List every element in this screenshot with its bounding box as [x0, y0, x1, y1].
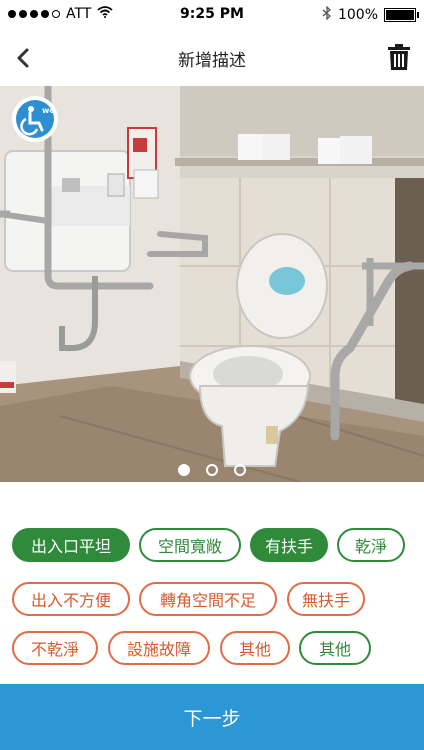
tag-insufficient-turning-space[interactable]: 轉角空間不足 [139, 582, 277, 616]
carousel-dot[interactable] [206, 464, 218, 476]
carousel-pager [0, 464, 424, 476]
carousel-dot[interactable] [178, 464, 190, 476]
tag-entrance-flat[interactable]: 出入口平坦 [12, 528, 130, 562]
battery-icon [384, 8, 419, 22]
tag-has-handrail[interactable]: 有扶手 [250, 528, 328, 562]
svg-text:wc: wc [42, 106, 54, 115]
photo-carousel[interactable]: wc [0, 86, 424, 482]
delete-button[interactable] [388, 44, 412, 70]
tag-no-handrail[interactable]: 無扶手 [287, 582, 365, 616]
tag-other-negative[interactable]: 其他 [220, 631, 290, 665]
tag-spacious[interactable]: 空間寬敞 [139, 528, 241, 562]
tag-not-clean[interactable]: 不乾淨 [12, 631, 98, 665]
tag-clean[interactable]: 乾淨 [337, 528, 405, 562]
page-title: 新增描述 [178, 51, 246, 71]
tag-other-positive[interactable]: 其他 [299, 631, 371, 665]
wheelchair-wc-icon: wc [12, 96, 58, 142]
status-bar: ATT 9:25 PM 100% [0, 0, 424, 30]
navigation-bar: 新增描述 [0, 30, 424, 86]
bluetooth-icon [322, 5, 332, 24]
toilet-photo [0, 86, 424, 482]
battery-percent: 100% [337, 7, 378, 23]
tag-entrance-inconvenient[interactable]: 出入不方便 [12, 582, 130, 616]
tag-facility-broken[interactable]: 設施故障 [108, 631, 210, 665]
carousel-dot[interactable] [234, 464, 246, 476]
next-step-button[interactable]: 下一步 [0, 684, 424, 750]
trash-icon [388, 44, 410, 70]
